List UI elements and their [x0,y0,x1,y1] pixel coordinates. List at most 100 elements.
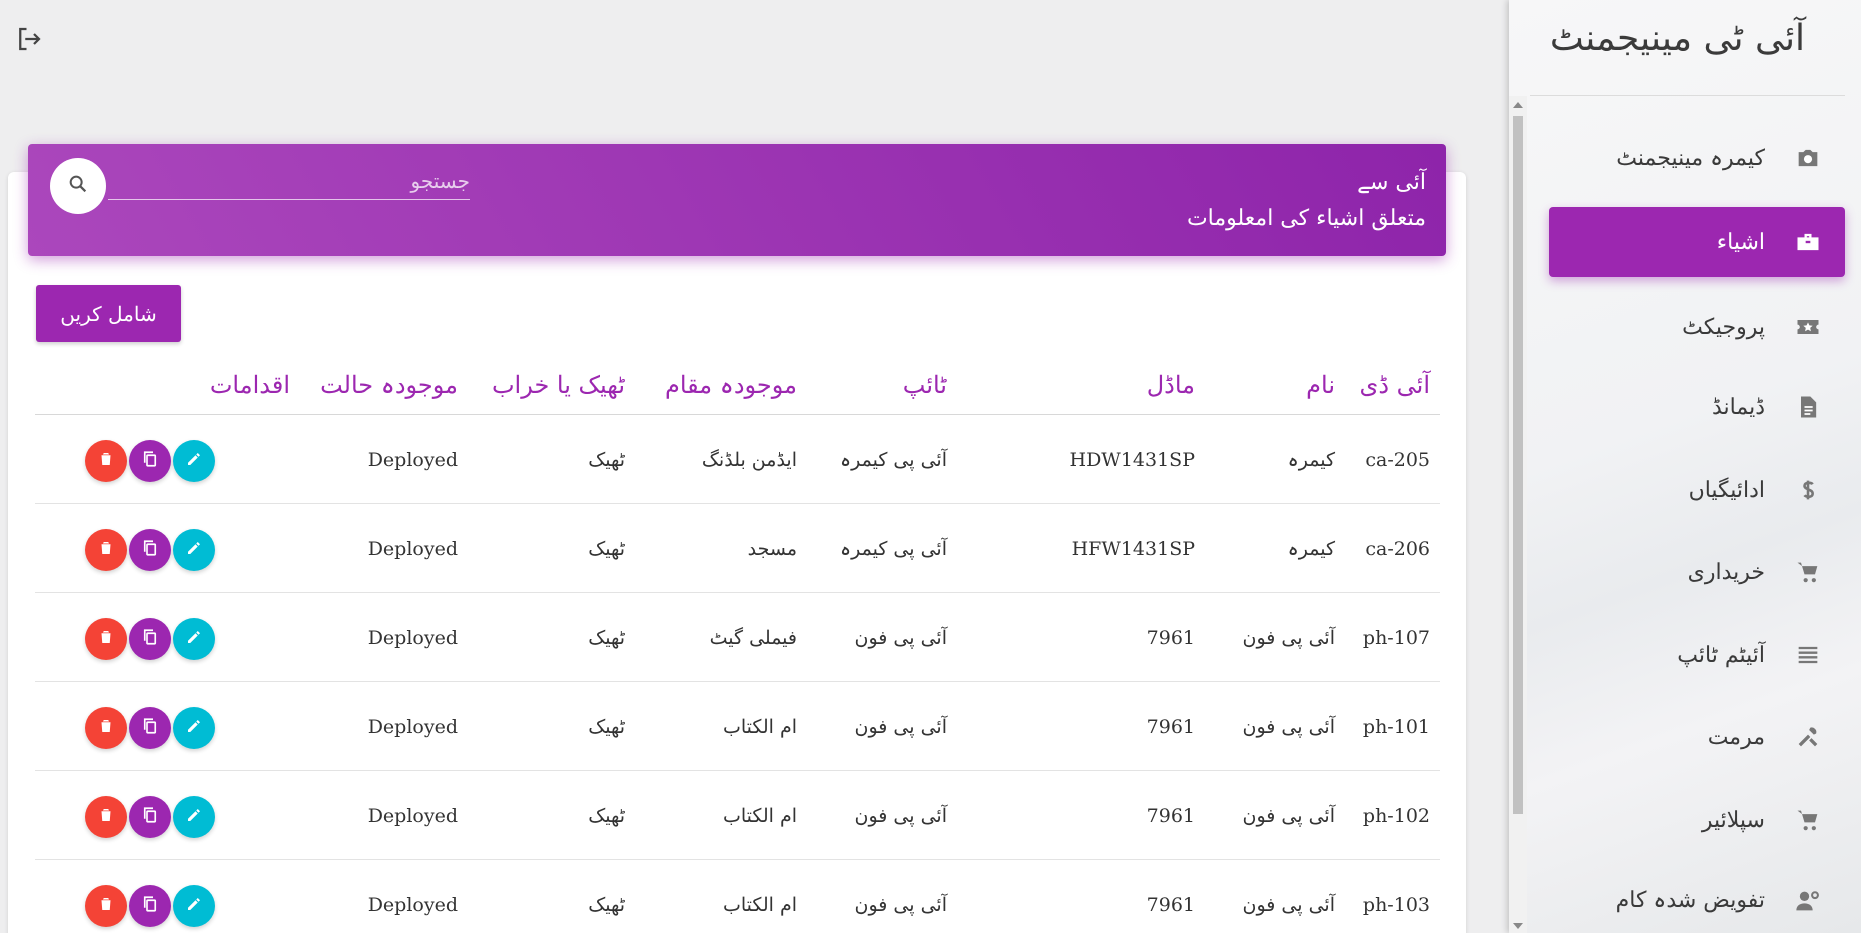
cell-model: 7961 [1146,805,1195,827]
pencil-icon [185,806,203,828]
delete-button[interactable] [85,796,127,838]
sidebar-divider [1530,95,1845,96]
col-location: موجودہ مقام [664,371,797,399]
cell-condition: ٹھیک [588,538,625,560]
delete-button[interactable] [85,618,127,660]
sidebar-item-2[interactable]: پروجیکٹ [1549,292,1845,362]
edit-button[interactable] [173,529,215,571]
trash-icon [97,717,115,739]
col-id: آئی ڈی [1359,371,1430,399]
app-title: آئی ٹی مینیجمنٹ [1549,18,1805,59]
sidebar-item-label: سپلائیر [1701,807,1765,833]
sidebar-item-5[interactable]: خریداری [1549,537,1845,607]
sidebar-item-3[interactable]: ڈیمانڈ [1549,372,1845,442]
cell-type: آئی پی کیمرہ [840,538,947,560]
delete-button[interactable] [85,707,127,749]
cell-location: ام الکتاب [722,894,797,916]
cell-name: آئی پی فون [1242,805,1335,827]
delete-button[interactable] [85,529,127,571]
tools-icon [1793,722,1823,752]
dollar-icon [1793,475,1823,505]
scroll-down-arrow[interactable] [1513,923,1523,929]
cell-id: ph-103 [1362,894,1430,916]
delete-button[interactable] [85,885,127,927]
briefcase-icon [1793,227,1823,257]
copy-button[interactable] [129,885,171,927]
header-title-line1: آئی سے [1357,170,1426,195]
cell-name: آئی پی فون [1242,894,1335,916]
edit-button[interactable] [173,440,215,482]
cell-condition: ٹھیک [588,805,625,827]
copy-icon [141,539,159,561]
edit-button[interactable] [173,618,215,660]
add-button[interactable]: شامل کریں [36,285,181,342]
sidebar-item-label: آئیٹم ٹائپ [1677,642,1765,668]
sidebar-item-7[interactable]: مرمت [1549,702,1845,772]
sidebar-item-8[interactable]: سپلائیر [1549,785,1845,855]
sidebar-item-label: کیمرہ مینیجمنٹ [1616,145,1765,171]
pencil-icon [185,450,203,472]
row-actions [85,529,215,571]
cell-status: Deployed [367,894,458,916]
sidebar-item-label: مرمت [1707,724,1765,750]
cell-status: Deployed [367,805,458,827]
pencil-icon [185,628,203,650]
trash-icon [97,539,115,561]
list-icon [1793,640,1823,670]
search-input[interactable] [108,162,470,200]
card-header: آئی سے متعلق اشیاء کی امعلومات [28,144,1446,256]
copy-button[interactable] [129,796,171,838]
cell-condition: ٹھیک [588,894,625,916]
cell-type: آئی پی فون [854,627,947,649]
copy-icon [141,895,159,917]
sidebar-item-label: خریداری [1687,559,1765,585]
delete-button[interactable] [85,440,127,482]
cart-icon [1793,557,1823,587]
cell-type: آئی پی فون [854,716,947,738]
cell-status: Deployed [367,627,458,649]
user-gear-icon [1793,886,1823,916]
cell-type: آئی پی فون [854,894,947,916]
cell-condition: ٹھیک [588,449,625,471]
trash-icon [97,450,115,472]
cell-id: ph-107 [1362,627,1430,649]
cell-model: 7961 [1146,894,1195,916]
copy-button[interactable] [129,707,171,749]
items-table: آئی ڈی نام ماڈل ٹائپ موجودہ مقام ٹھیک یا… [35,365,1440,933]
sidebar-item-4[interactable]: ادائیگیاں [1549,455,1845,525]
edit-button[interactable] [173,885,215,927]
search-button[interactable] [50,158,106,214]
pencil-icon [185,717,203,739]
search-icon [67,173,89,199]
cell-model: 7961 [1146,716,1195,738]
row-actions [85,707,215,749]
logout-icon[interactable] [14,24,44,54]
copy-button[interactable] [129,440,171,482]
trash-icon [97,895,115,917]
sidebar-item-label: اشیاء [1716,229,1765,255]
edit-button[interactable] [173,707,215,749]
trash-icon [97,806,115,828]
cell-id: ph-101 [1362,716,1430,738]
edit-button[interactable] [173,796,215,838]
cell-location: ام الکتاب [722,805,797,827]
col-model: ماڈل [1146,371,1195,399]
sidebar-item-0[interactable]: کیمرہ مینیجمنٹ [1549,123,1845,193]
sidebar-item-label: پروجیکٹ [1682,314,1765,340]
copy-icon [141,806,159,828]
copy-button[interactable] [129,529,171,571]
copy-button[interactable] [129,618,171,660]
sidebar-item-6[interactable]: آئیٹم ٹائپ [1549,620,1845,690]
cell-condition: ٹھیک [588,716,625,738]
col-type: ٹائپ [902,371,947,399]
scroll-thumb[interactable] [1513,116,1523,814]
sidebar-item-9[interactable]: تفویض شدہ کام [1549,868,1845,933]
cell-location: ایڈمن بلڈنگ [701,449,797,471]
scroll-up-arrow[interactable] [1513,102,1523,108]
cell-id: ca-206 [1365,538,1430,560]
sidebar-item-1[interactable]: اشیاء [1549,207,1845,277]
cart-icon [1793,805,1823,835]
col-status: موجودہ حالت [320,371,458,399]
camera-icon [1793,143,1823,173]
sidebar-scrollbar[interactable] [1509,96,1527,933]
